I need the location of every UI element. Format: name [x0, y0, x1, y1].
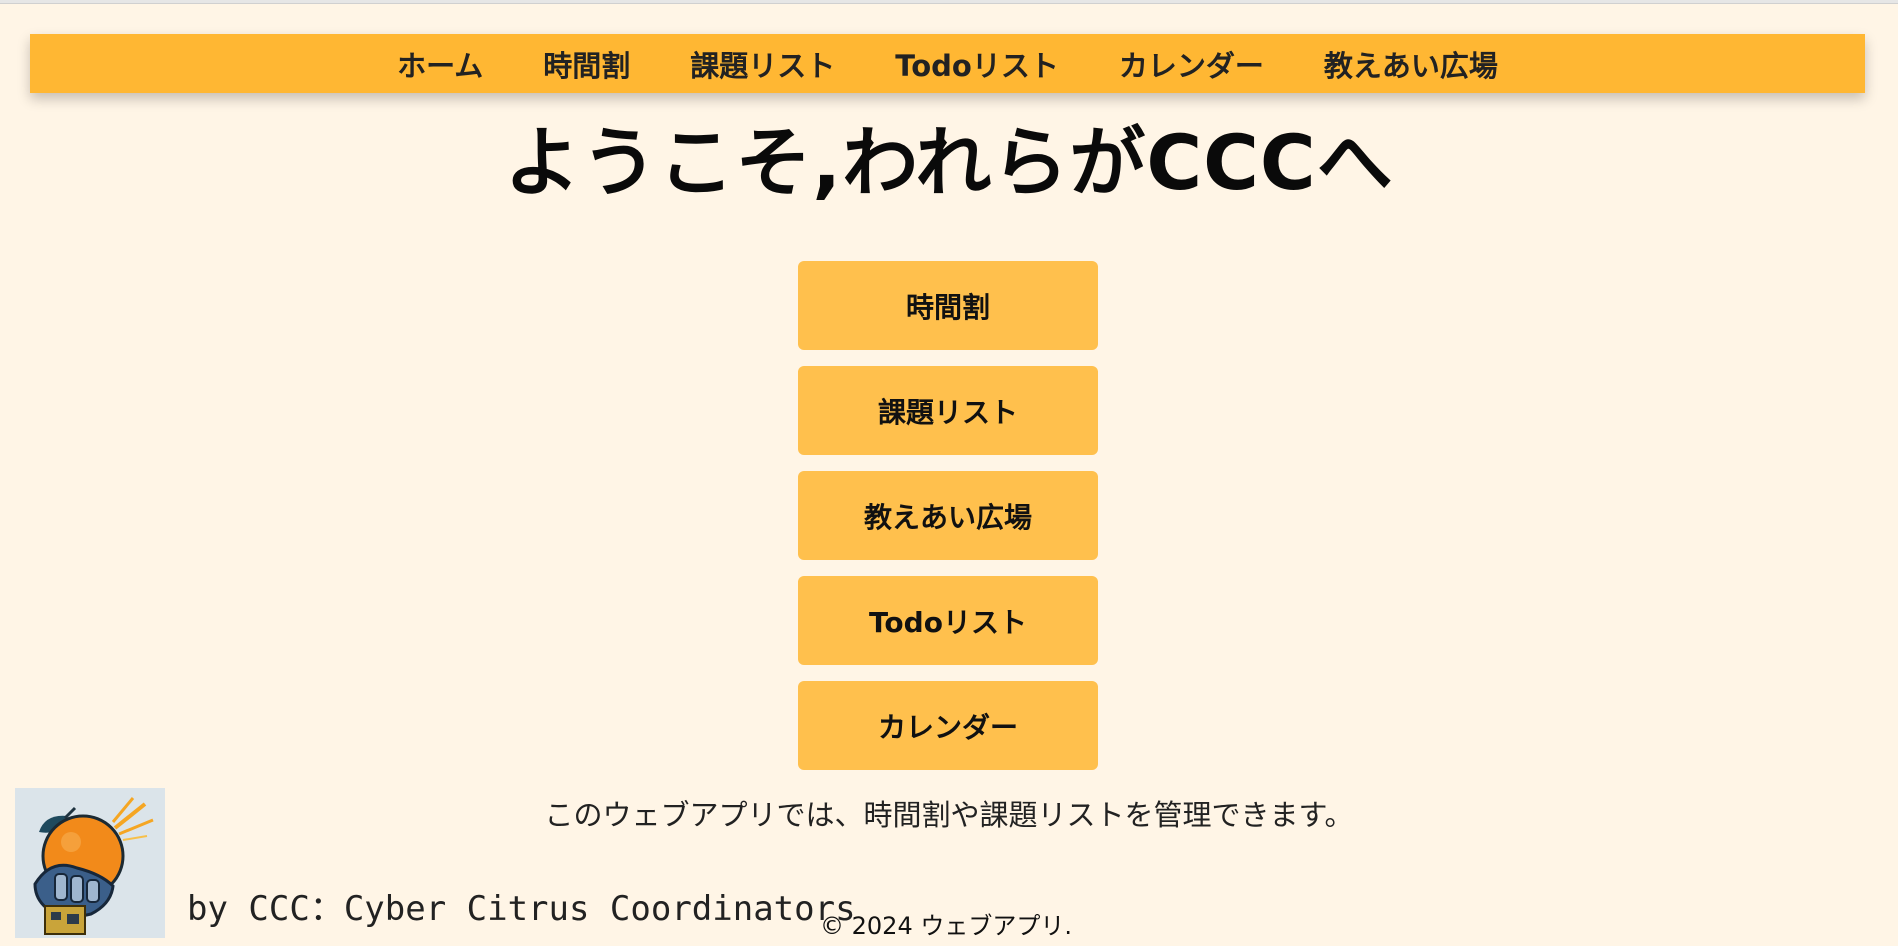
forum-button[interactable]: 教えあい広場 [798, 471, 1098, 560]
copyright: © 2024 ウェブアプリ. [820, 912, 1072, 940]
orange-robot-logo-icon [15, 788, 165, 938]
nav-link-calendar[interactable]: カレンダー [1119, 43, 1264, 85]
nav-link-timetable[interactable]: 時間割 [543, 43, 630, 85]
nav-link-assignments[interactable]: 課題リスト [690, 43, 835, 85]
nav-link-todo[interactable]: Todoリスト [895, 43, 1059, 85]
assignments-button[interactable]: 課題リスト [798, 366, 1098, 455]
app-description: このウェブアプリでは、時間割や課題リストを管理できます。 [544, 798, 1354, 832]
timetable-button[interactable]: 時間割 [798, 261, 1098, 350]
page-title: ようこそ,われらがCCCへ [504, 118, 1394, 207]
nav-link-forum[interactable]: 教えあい広場 [1324, 43, 1498, 85]
byline: by CCC：Cyber Citrus Coordinators [187, 889, 856, 929]
nav-link-home[interactable]: ホーム [397, 43, 483, 85]
main-menu: 時間割 課題リスト 教えあい広場 Todoリスト カレンダー [798, 261, 1098, 786]
browser-top-rule [0, 0, 1898, 4]
top-navbar: ホーム 時間割 課題リスト Todoリスト カレンダー 教えあい広場 [30, 34, 1865, 93]
todo-button[interactable]: Todoリスト [798, 576, 1098, 665]
calendar-button[interactable]: カレンダー [798, 681, 1098, 770]
